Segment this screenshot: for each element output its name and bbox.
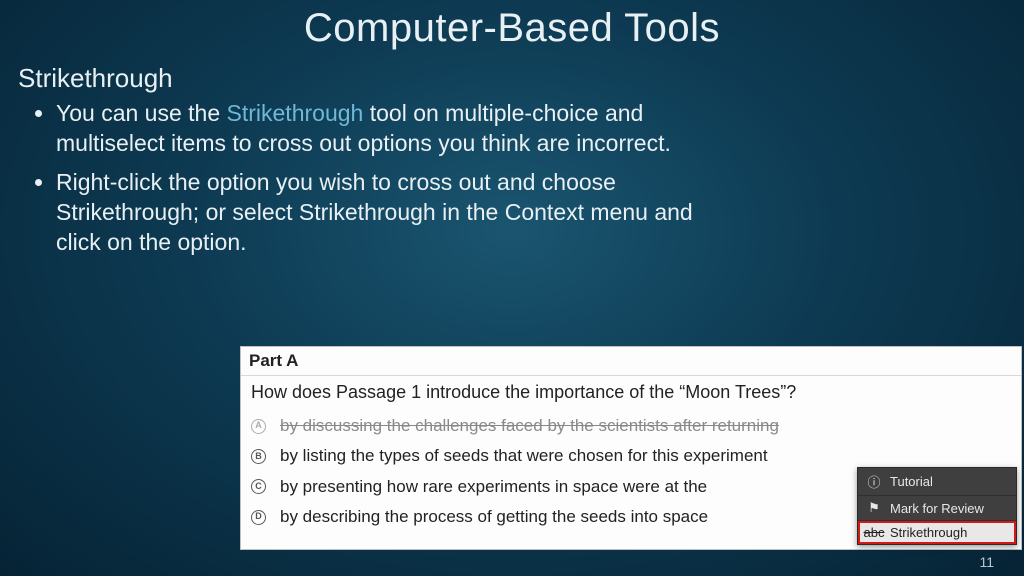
question-text: How does Passage 1 introduce the importa… — [241, 376, 1021, 411]
option-text: by describing the process of getting the… — [280, 504, 708, 530]
option-bubble: C — [251, 479, 266, 494]
page-number: 11 — [979, 554, 994, 570]
example-panel: Part A How does Passage 1 introduce the … — [240, 346, 1022, 550]
option-text: by discussing the challenges faced by th… — [280, 413, 779, 439]
bullet-item: Right-click the option you wish to cross… — [56, 167, 704, 258]
menu-item-mark-for-review[interactable]: ⚑ Mark for Review — [858, 496, 1016, 521]
bullet-item: You can use the Strikethrough tool on mu… — [56, 98, 704, 159]
highlighted-word: Strikethrough — [227, 100, 364, 126]
slide-title: Computer-Based Tools — [0, 0, 1024, 51]
strike-icon: abc — [866, 525, 882, 540]
option-text: by listing the types of seeds that were … — [280, 443, 768, 469]
section-subtitle: Strikethrough — [18, 63, 1024, 94]
menu-item-label: Mark for Review — [890, 501, 984, 516]
menu-item-strikethrough[interactable]: abc Strikethrough — [858, 521, 1016, 544]
context-menu: ⓘ Tutorial ⚑ Mark for Review abc Striket… — [857, 467, 1017, 545]
info-icon: ⓘ — [866, 472, 882, 491]
part-label: Part A — [241, 347, 1021, 376]
option-bubble: A — [251, 419, 266, 434]
option-bubble: D — [251, 510, 266, 525]
flag-icon: ⚑ — [866, 500, 882, 516]
option-text: by presenting how rare experiments in sp… — [280, 474, 707, 500]
bullet-list: You can use the Strikethrough tool on mu… — [56, 98, 704, 258]
option-bubble: B — [251, 449, 266, 464]
bullet-text: Right-click the option you wish to cross… — [56, 169, 693, 256]
option-row[interactable]: A by discussing the challenges faced by … — [241, 411, 1021, 441]
menu-item-tutorial[interactable]: ⓘ Tutorial — [858, 468, 1016, 496]
menu-item-label: Strikethrough — [890, 525, 967, 540]
bullet-text-pre: You can use the — [56, 100, 227, 126]
menu-item-label: Tutorial — [890, 474, 933, 489]
